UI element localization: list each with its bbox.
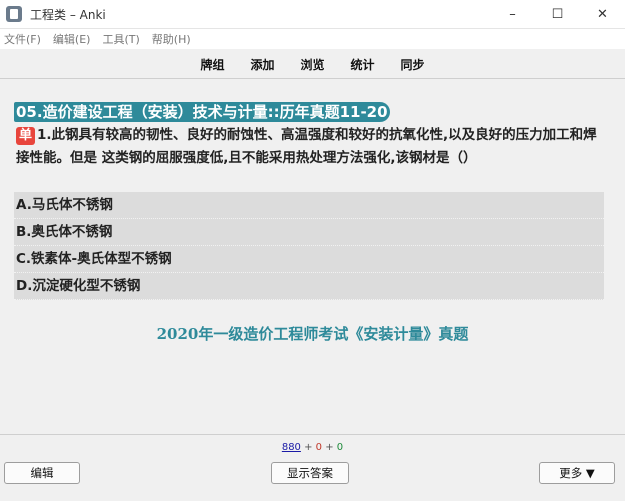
review-count: 0 <box>336 442 344 453</box>
options-list: A.马氏体不锈钢 B.奥氏体不锈钢 C.铁素体-奥氏体型不锈钢 D.沉淀硬化型不… <box>14 192 604 300</box>
option-b: B.奥氏体不锈钢 <box>14 219 604 246</box>
new-count: 880 <box>281 442 301 453</box>
title-bar: 工程类 – Anki – ☐ ✕ <box>0 0 625 29</box>
option-d: D.沉淀硬化型不锈钢 <box>14 273 604 300</box>
show-answer-button[interactable]: 显示答案 <box>271 462 349 484</box>
minimize-button[interactable]: – <box>490 0 535 28</box>
card-view: 05.造价建设工程（安装）技术与计量::历年真题11-20 单 1.此钢具有较高的… <box>0 79 625 435</box>
option-c: C.铁素体-奥氏体型不锈钢 <box>14 246 604 273</box>
menu-tools[interactable]: 工具(T) <box>98 31 145 47</box>
toolbar-browse[interactable]: 浏览 <box>287 56 337 73</box>
source-note: 2020年一级造价工程师考试《安装计量》真题 <box>156 325 469 343</box>
toolbar-sync[interactable]: 同步 <box>388 56 438 73</box>
menu-help[interactable]: 帮助(H) <box>148 31 197 47</box>
option-a: A.马氏体不锈钢 <box>14 192 604 219</box>
edit-button[interactable]: 编辑 <box>4 462 80 484</box>
menu-file[interactable]: 文件(F) <box>0 31 47 47</box>
count-separator: + <box>300 442 316 453</box>
count-separator: + <box>322 442 337 453</box>
question-text: 单 1.此钢具有较高的韧性、良好的耐蚀性、高温强度和较好的抗氧化性,以及良好的压力… <box>16 124 606 170</box>
more-button[interactable]: 更多 ▼ <box>539 462 615 484</box>
toolbar-decks[interactable]: 牌组 <box>187 56 237 73</box>
main-toolbar: 牌组 添加 浏览 统计 同步 <box>0 50 625 79</box>
due-counts: 880 + 0 + 0 <box>0 442 625 453</box>
menu-bar: 文件(F) 编辑(E) 工具(T) 帮助(H) <box>0 29 625 49</box>
question-type-badge: 单 <box>16 127 36 145</box>
window-title: 工程类 – Anki <box>30 7 106 22</box>
anki-app-icon <box>6 6 22 22</box>
menu-edit[interactable]: 编辑(E) <box>49 31 97 47</box>
maximize-button[interactable]: ☐ <box>535 0 580 28</box>
toolbar-add[interactable]: 添加 <box>237 56 287 73</box>
close-button[interactable]: ✕ <box>580 0 625 28</box>
toolbar-stats[interactable]: 统计 <box>338 56 388 73</box>
deck-title: 05.造价建设工程（安装）技术与计量::历年真题11-20 <box>14 102 390 122</box>
window-controls: – ☐ ✕ <box>490 0 625 28</box>
question-body: 1.此钢具有较高的韧性、良好的耐蚀性、高温强度和较好的抗氧化性,以及良好的压力加… <box>16 127 597 166</box>
